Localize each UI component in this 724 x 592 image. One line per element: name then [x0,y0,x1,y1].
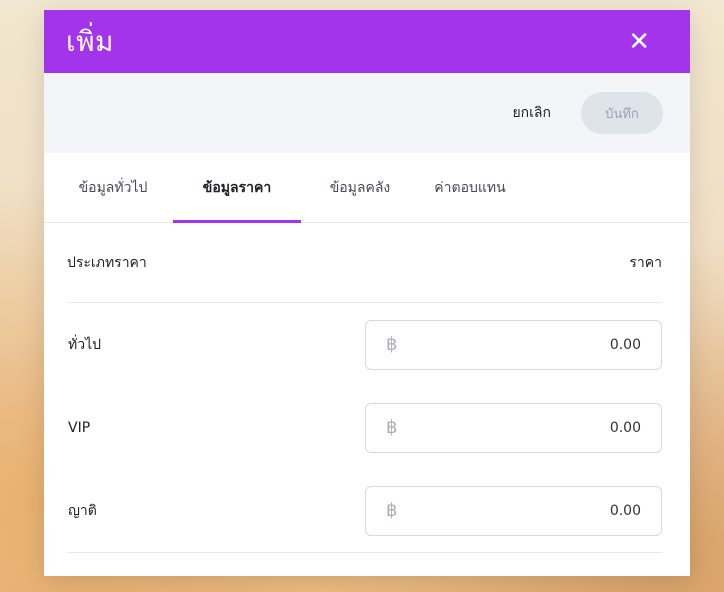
action-bar: ยกเลิก บันทึก [44,73,690,153]
modal-header: เพิ่ม ✕ [44,10,690,73]
price-row-general: ทั่วไป ฿ [67,303,662,386]
price-table-header: ประเภทราคา ราคา [67,223,662,303]
save-button[interactable]: บันทึก [581,92,663,134]
price-field-relative[interactable] [406,501,643,520]
price-section: ประเภทราคา ราคา ทั่วไป ฿ VIP ฿ ญาติ [44,223,690,553]
price-row-label: ทั่วไป [68,336,102,353]
baht-icon: ฿ [386,334,398,355]
baht-icon: ฿ [386,417,398,438]
cancel-button[interactable]: ยกเลิก [512,102,551,124]
price-rows: ทั่วไป ฿ VIP ฿ ญาติ ฿ [67,303,662,553]
tab-stock-info[interactable]: ข้อมูลคลัง [301,153,419,222]
baht-icon: ฿ [386,500,398,521]
modal-title: เพิ่ม [66,24,114,58]
price-field-general[interactable] [406,335,643,354]
price-row-relative: ญาติ ฿ [67,469,662,552]
price-row-label: VIP [68,419,91,436]
tab-bar: ข้อมูลทั่วไป ข้อมูลราคา ข้อมูลคลัง ค่าตอ… [44,153,690,223]
price-row-vip: VIP ฿ [67,386,662,469]
column-header-price-type: ประเภทราคา [67,254,147,271]
column-header-price: ราคา [629,254,662,271]
tab-commission[interactable]: ค่าตอบแทน [419,153,521,222]
tab-general-info[interactable]: ข้อมูลทั่วไป [53,153,173,222]
price-input-relative[interactable]: ฿ [365,485,662,536]
price-field-vip[interactable] [406,418,643,437]
price-input-general[interactable]: ฿ [365,319,662,370]
tab-price-info[interactable]: ข้อมูลราคา [173,153,301,223]
price-row-label: ญาติ [68,502,97,519]
price-input-vip[interactable]: ฿ [365,402,662,453]
add-modal: เพิ่ม ✕ ยกเลิก บันทึก ข้อมูลทั่วไป ข้อมู… [44,10,690,576]
close-icon[interactable]: ✕ [628,29,650,55]
